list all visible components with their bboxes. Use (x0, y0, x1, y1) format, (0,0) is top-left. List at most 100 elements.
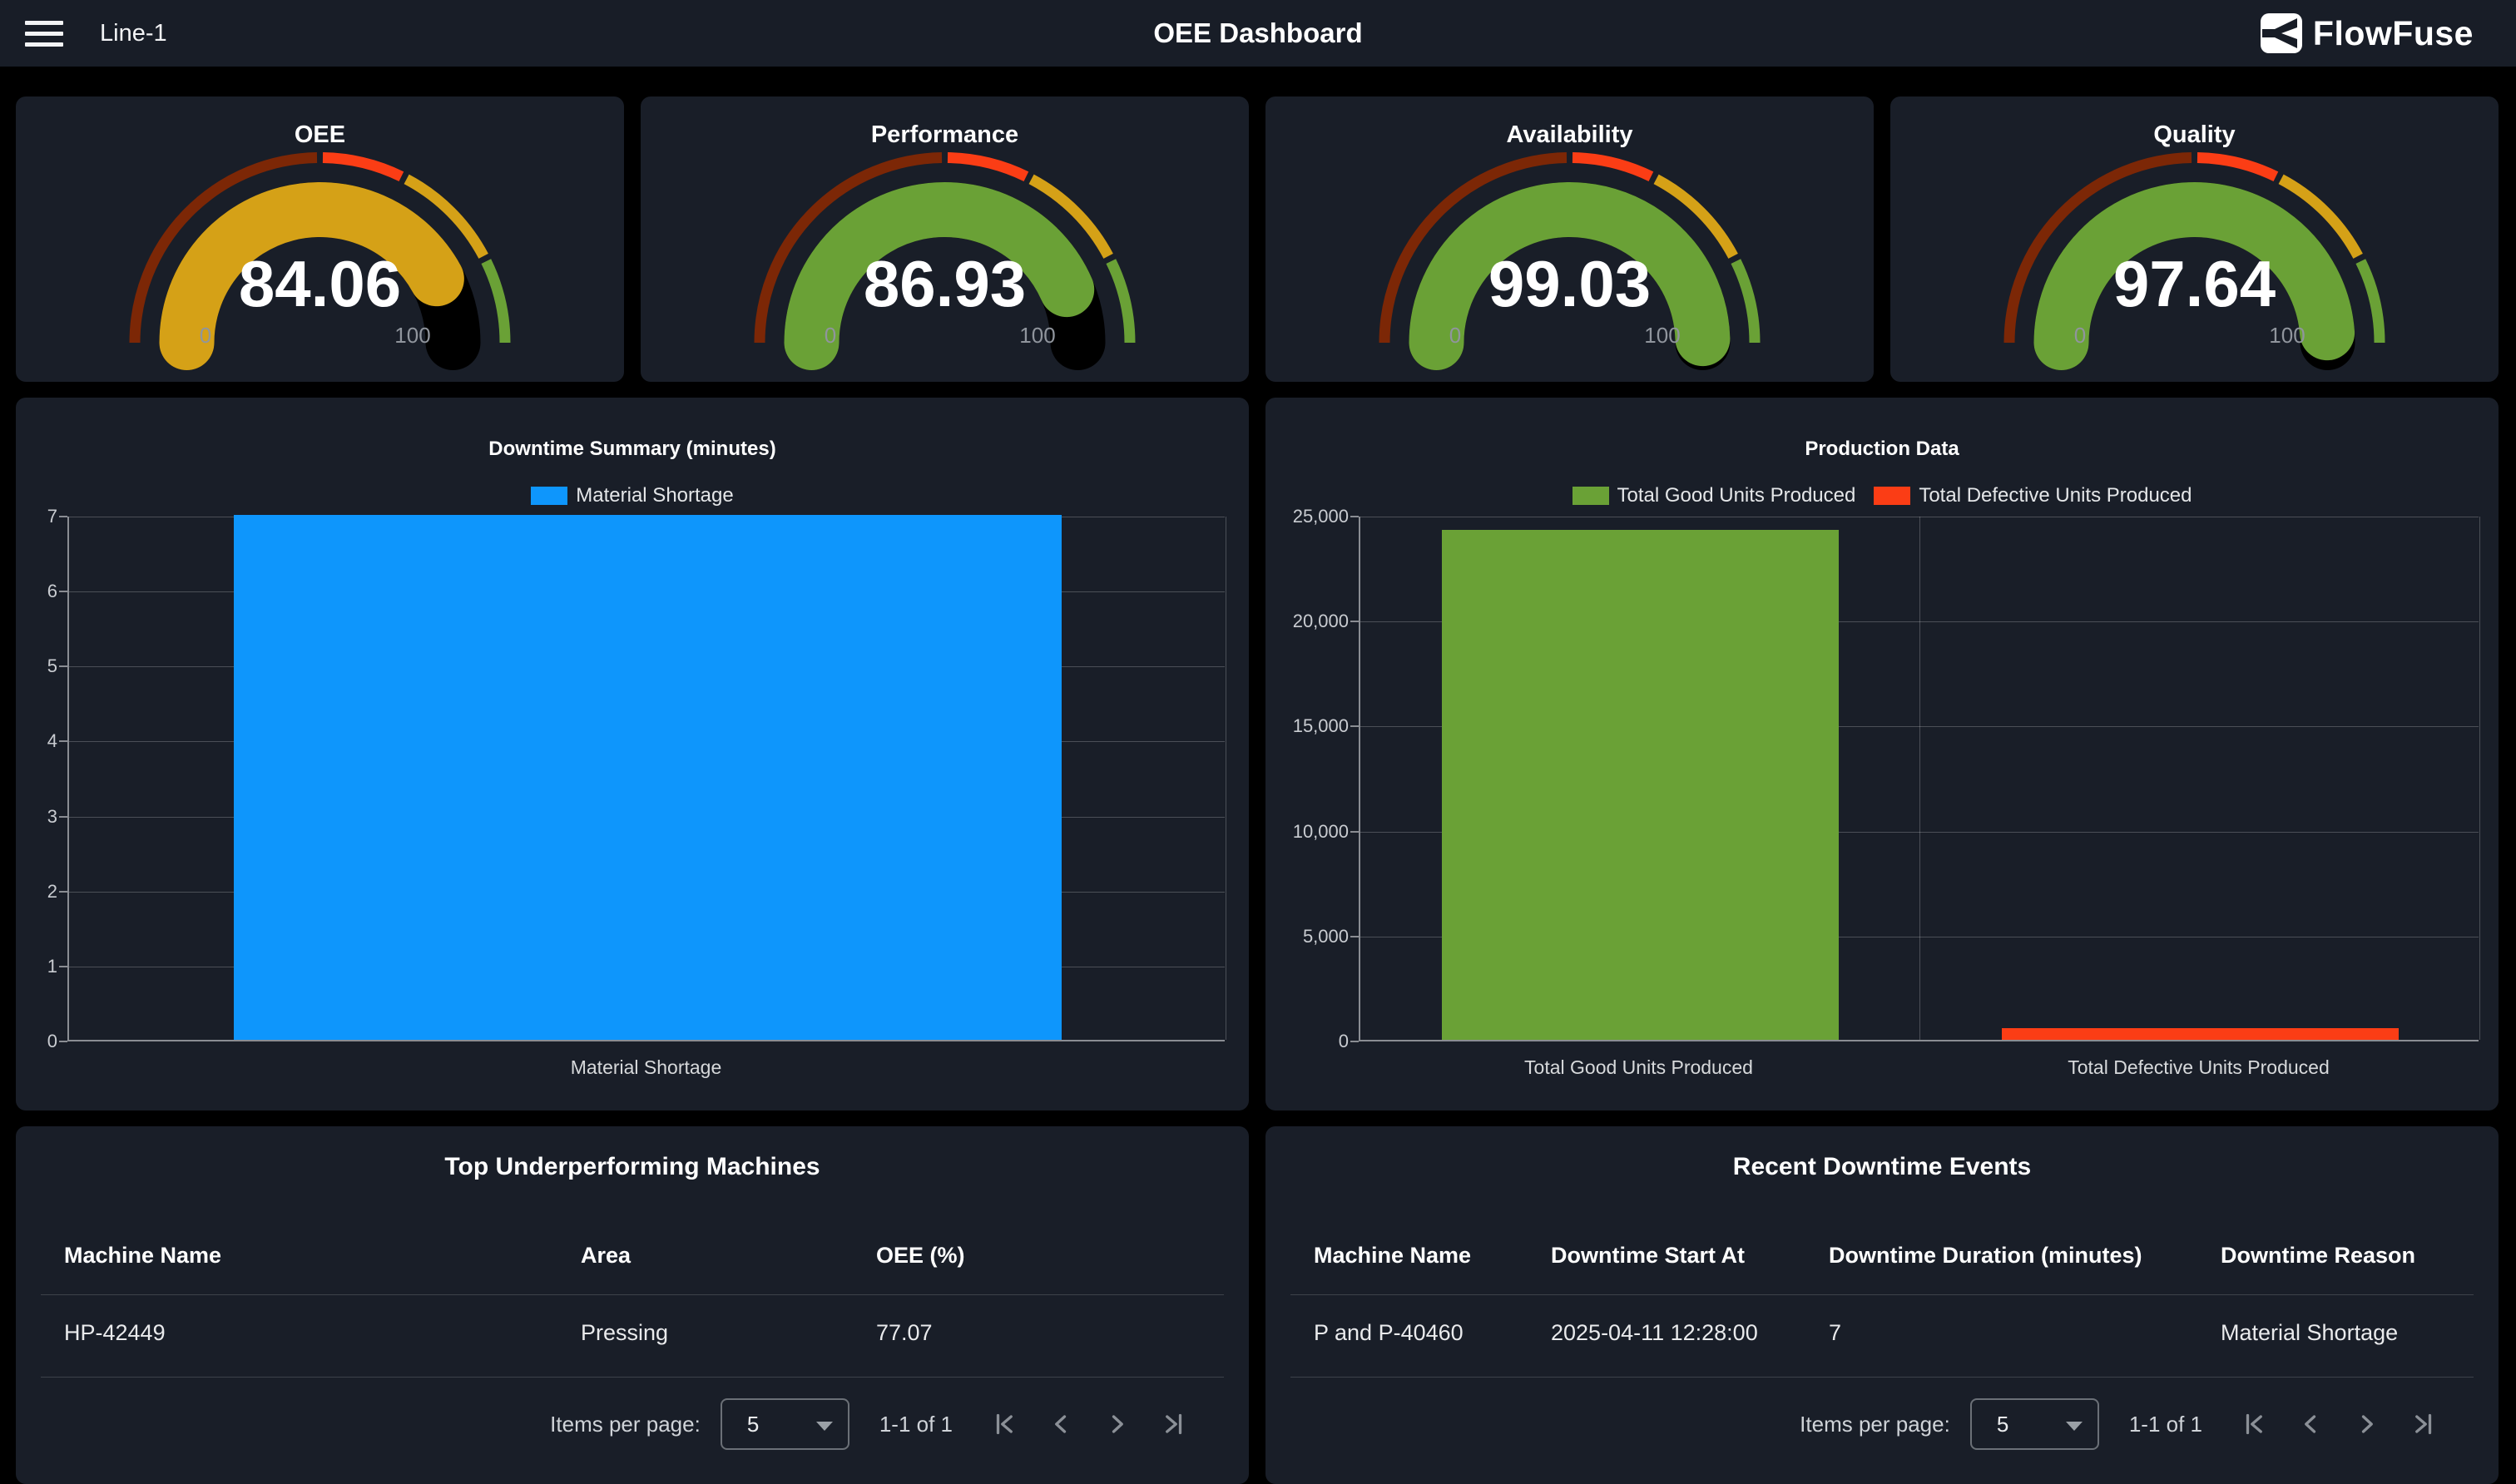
y-tick-label: 5 (16, 655, 57, 677)
gauge-max-label: 100 (394, 323, 430, 349)
plot-area (1359, 517, 2479, 1041)
x-category-label: Total Defective Units Produced (2068, 1056, 2330, 1079)
y-tick-mark (1350, 725, 1359, 727)
y-tick-label: 20,000 (1265, 611, 1349, 632)
bar-total-defective-units-produced (2002, 1028, 2399, 1040)
table-cell: HP-42449 (64, 1320, 166, 1346)
gauge-title: Availability (1265, 121, 1874, 149)
legend-item-total-defective-units-produced[interactable]: Total Defective Units Produced (1874, 484, 2192, 507)
gauge-max-label: 100 (2269, 323, 2305, 349)
column-header-machine-name: Machine Name (1314, 1243, 1471, 1269)
legend-swatch (531, 487, 567, 505)
gauge-value: 86.93 (641, 251, 1249, 316)
flowfuse-icon (2261, 13, 2302, 53)
first-page-icon (989, 1409, 1019, 1439)
legend-label: Total Good Units Produced (1617, 484, 1856, 507)
chart-title: Production Data (1265, 438, 2499, 461)
top-underperforming-machines-card: Top Underperforming MachinesMachine Name… (16, 1126, 1249, 1484)
top-app-bar: Line-1 OEE Dashboard FlowFuse (0, 0, 2516, 67)
legend-item-material-shortage[interactable]: Material Shortage (531, 484, 733, 507)
y-tick-mark (1350, 1041, 1359, 1042)
last-page-button[interactable] (1152, 1402, 1196, 1446)
legend-swatch (1874, 487, 1910, 505)
gauge-title: Performance (641, 121, 1249, 149)
pagination-buttons (2232, 1402, 2445, 1446)
y-tick-label: 4 (16, 730, 57, 752)
table-title: Recent Downtime Events (1265, 1153, 2499, 1181)
page-title: OEE Dashboard (0, 0, 2516, 67)
divider (41, 1294, 1224, 1295)
next-page-icon (2352, 1409, 2382, 1439)
legend-item-total-good-units-produced[interactable]: Total Good Units Produced (1572, 484, 1856, 507)
next-page-icon (1102, 1409, 1132, 1439)
first-page-button[interactable] (2232, 1402, 2276, 1446)
gauge-max-label: 100 (1019, 323, 1055, 349)
table-cell: 2025-04-11 12:28:00 (1551, 1320, 1758, 1346)
next-page-button[interactable] (1096, 1402, 1139, 1446)
gauge-title: OEE (16, 121, 624, 149)
y-tick-label: 3 (16, 806, 57, 828)
y-tick-mark (59, 816, 67, 818)
legend-label: Material Shortage (576, 484, 733, 507)
gauge-min-label: 0 (2074, 323, 2086, 349)
y-tick-label: 0 (16, 1031, 57, 1052)
last-page-button[interactable] (2402, 1402, 2445, 1446)
y-tick-label: 15,000 (1265, 715, 1349, 737)
downtime-summary-chart-card: Downtime Summary (minutes) Material Short… (16, 398, 1249, 1111)
gridline (1919, 517, 1920, 1040)
first-page-icon (2239, 1409, 2269, 1439)
prev-page-icon (1046, 1409, 1076, 1439)
y-tick-mark (1350, 831, 1359, 833)
y-tick-label: 1 (16, 956, 57, 977)
previous-page-button[interactable] (2289, 1402, 2332, 1446)
pagination-range-label: 1-1 of 1 (2129, 1412, 2202, 1437)
divider (1290, 1294, 2474, 1295)
pagination-buttons (983, 1402, 1196, 1446)
y-tick-label: 6 (16, 581, 57, 602)
items-per-page-value: 5 (747, 1412, 759, 1437)
next-page-button[interactable] (2345, 1402, 2389, 1446)
y-tick-mark (59, 891, 67, 893)
y-tick-label: 7 (16, 506, 57, 527)
y-tick-label: 10,000 (1265, 821, 1349, 843)
recent-downtime-events-card: Recent Downtime Events Machine Name Downti… (1265, 1126, 2499, 1484)
legend-label: Total Defective Units Produced (1919, 484, 2192, 507)
table-pagination: Items per page: 5 1-1 of 1 (1265, 1391, 2445, 1457)
y-tick-label: 5,000 (1265, 926, 1349, 947)
table-title: Top Underperforming Machines (16, 1153, 1249, 1181)
y-tick-mark (59, 740, 67, 742)
items-per-page-label: Items per page: (1800, 1412, 1950, 1437)
column-header-downtime-reason: Downtime Reason (2221, 1243, 2415, 1269)
gauge-card-oee: OEE84.060100 (16, 96, 624, 382)
gauge-card-quality: Quality97.640100 (1890, 96, 2499, 382)
previous-page-button[interactable] (1039, 1402, 1082, 1446)
gauge-min-label: 0 (825, 323, 836, 349)
table-cell: P and P-40460 (1314, 1320, 1464, 1346)
items-per-page-value: 5 (1997, 1412, 2008, 1437)
gauge-max-label: 100 (1644, 323, 1680, 349)
pagination-range-label: 1-1 of 1 (879, 1412, 953, 1437)
chart-title: Downtime Summary (minutes) (16, 438, 1249, 461)
brand-logo: FlowFuse (2261, 0, 2474, 67)
table-cell: 7 (1829, 1320, 1841, 1346)
gauge-min-label: 0 (1449, 323, 1461, 349)
items-per-page-select[interactable]: 5 (1970, 1398, 2099, 1450)
y-tick-mark (59, 966, 67, 967)
y-tick-mark (1350, 516, 1359, 517)
table-pagination: Items per page:51-1 of 1 (16, 1391, 1196, 1457)
bar-total-good-units-produced (1442, 530, 1839, 1040)
legend-swatch (1572, 487, 1609, 505)
y-tick-mark (1350, 936, 1359, 937)
y-tick-label: 0 (1265, 1031, 1349, 1052)
production-data-chart-card: Production Data Total Good Units Produced… (1265, 398, 2499, 1111)
y-tick-label: 2 (16, 881, 57, 903)
gauge-value: 97.64 (1890, 251, 2499, 316)
column-header-downtime-start-at: Downtime Start At (1551, 1243, 1745, 1269)
x-category-label: Total Good Units Produced (1524, 1056, 1753, 1079)
y-tick-mark (1350, 621, 1359, 622)
items-per-page-select[interactable]: 5 (721, 1398, 849, 1450)
y-tick-mark (59, 665, 67, 667)
first-page-button[interactable] (983, 1402, 1026, 1446)
chart-legend: Total Good Units Produced Total Defective… (1265, 484, 2499, 507)
gauge-min-label: 0 (200, 323, 211, 349)
